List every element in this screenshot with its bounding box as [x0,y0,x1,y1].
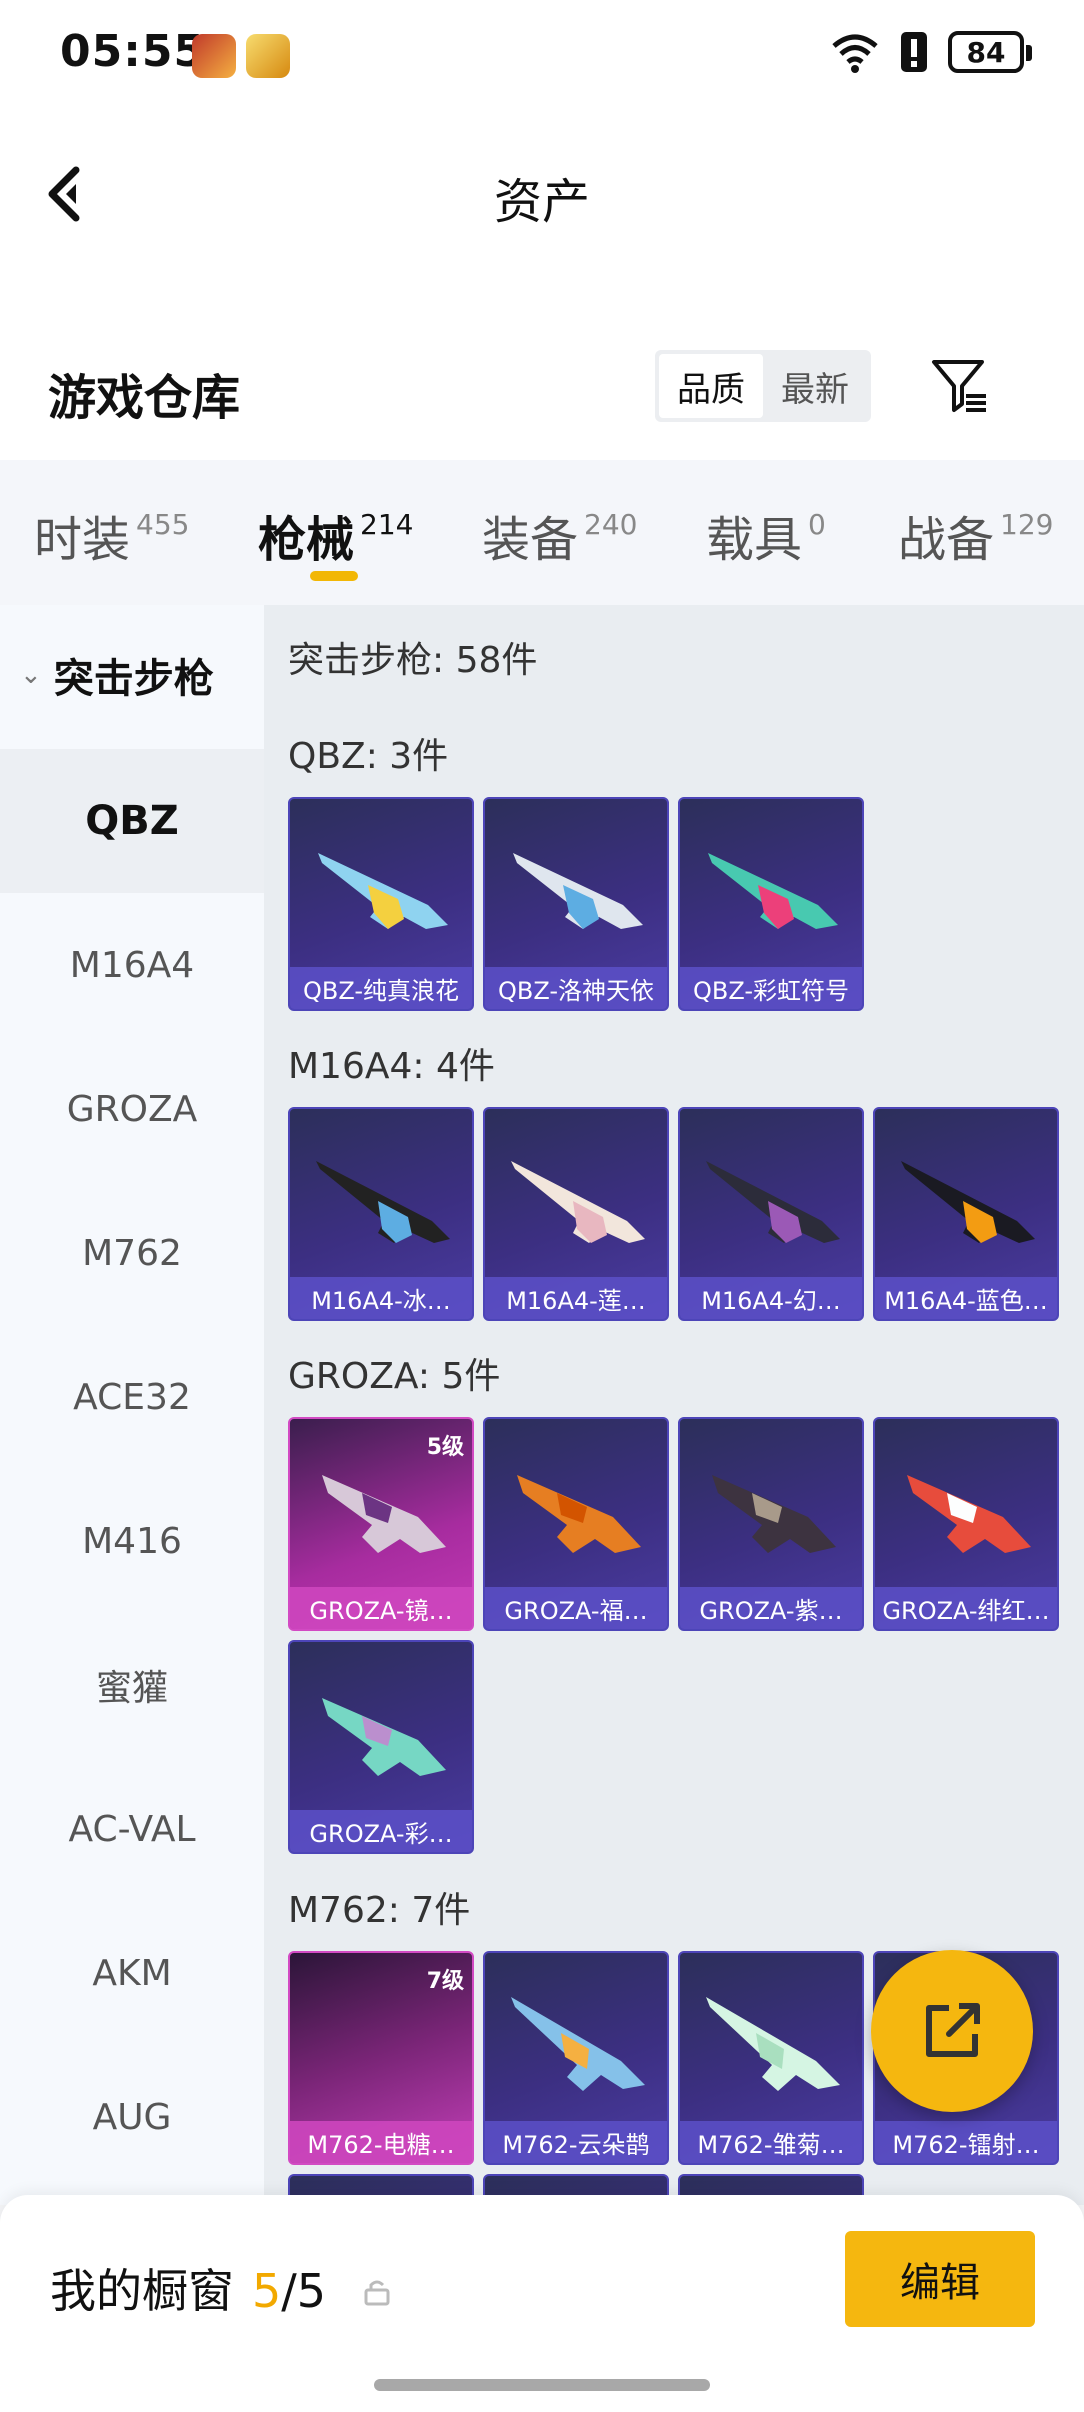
filter-icon[interactable] [928,354,990,416]
chevron-down-icon: ⌄ [20,660,42,690]
sidebar-group-label: 突击步枪 [53,656,214,702]
alert-icon [901,32,927,72]
showcase-label: 我的橱窗 [50,2264,234,2318]
weapon-card-label: QBZ-彩虹符号 [680,967,862,1009]
sidebar-item-honey-badger[interactable]: 蜜獾 [0,1613,264,1757]
tab-supplies[interactable]: 战备 129 [898,500,1053,570]
weapon-card-label: M762-云朵鹊 [485,2121,667,2163]
game-app-icon-2 [246,34,290,78]
weapon-card[interactable]: M16A4-蓝色… [873,1107,1059,1321]
rifle-skin-image [318,853,448,929]
weapon-card-label: M16A4-冰… [290,1277,472,1319]
status-bar: 05:55 84 [0,0,1084,110]
rifle-skin-image [901,1161,1035,1243]
weapon-card-label: M762-电糖… [290,2121,472,2163]
status-time: 05:55 [60,26,206,77]
game-app-icon-1 [192,34,236,78]
sidebar-item-m16a4[interactable]: M16A4 [0,893,264,1037]
showcase-count: 5/5 [252,2264,327,2318]
weapon-card-label: GROZA-镜… [290,1587,472,1629]
active-tab-indicator [310,571,358,581]
warehouse-header: 游戏仓库 品质 最新 [0,280,1084,460]
rifle-skin-image [511,1161,645,1243]
edit-button[interactable]: 编辑 [845,2231,1035,2327]
weapon-card-label: M16A4-幻… [680,1277,862,1319]
rifle-skin-image [316,1161,450,1243]
rifle-skin-image [706,1997,840,2091]
weapon-card[interactable]: M762-雏菊… [678,1951,864,2165]
nav-bar: 资产 [0,110,1084,280]
weapon-card[interactable]: M16A4-莲… [483,1107,669,1321]
sort-newest-button[interactable]: 最新 [763,354,867,418]
weapon-card-label: GROZA-彩… [290,1810,472,1852]
rifle-skin-image [907,1475,1031,1553]
sidebar-item-akm[interactable]: AKM [0,1901,264,2045]
sort-toggle: 品质 最新 [655,350,871,422]
status-icons: 84 [830,30,1032,74]
rifle-skin-image [322,1698,446,1776]
level-badge: 7级 [426,1969,464,1994]
sidebar-item-qbz[interactable]: QBZ [0,749,264,893]
home-indicator[interactable] [374,2379,710,2391]
sidebar-item-ac-val[interactable]: AC-VAL [0,1757,264,1901]
weapon-card[interactable]: M16A4-幻… [678,1107,864,1321]
category-summary: 突击步枪: 58件 [288,640,538,681]
weapon-type-sidebar: ⌄ 突击步枪 QBZ M16A4 GROZA M762 ACE32 M416 蜜… [0,605,264,2205]
weapon-card-label: M762-雏菊… [680,2121,862,2163]
showcase-bar: 我的橱窗 5/5 编辑 [0,2195,1084,2412]
weapon-card-label: QBZ-纯真浪花 [290,967,472,1009]
wifi-icon [832,34,878,73]
section-title: GROZA: 5件 [288,1356,501,1397]
rifle-skin-image [511,1997,645,2091]
weapon-card-label: GROZA-紫… [680,1587,862,1629]
weapon-card-label: GROZA-福… [485,1587,667,1629]
weapon-card[interactable]: GROZA-绯红… [873,1417,1059,1631]
weapon-card[interactable]: M762-云朵鹊 [483,1951,669,2165]
sidebar-item-aug[interactable]: AUG [0,2045,264,2189]
sidebar-item-m416[interactable]: M416 [0,1469,264,1613]
weapon-card[interactable]: 5级 GROZA-镜… [288,1417,474,1631]
sidebar-item-groza[interactable]: GROZA [0,1037,264,1181]
section-title: QBZ: 3件 [288,736,449,777]
weapon-card[interactable]: GROZA-福… [483,1417,669,1631]
rifle-skin-image [712,1475,836,1553]
category-tabs: 时装 455 枪械 214 装备 240 载具 0 战备 129 [0,460,1084,605]
tab-fashion[interactable]: 时装 455 [34,500,189,570]
rifle-skin-image [706,1161,840,1243]
weapon-card[interactable]: M16A4-冰… [288,1107,474,1321]
rifle-skin-image [517,1475,641,1553]
weapon-card-label: M16A4-蓝色… [875,1277,1057,1319]
section-title: M762: 7件 [288,1890,471,1931]
showcase-info: 我的橱窗 5/5 [50,2255,392,2321]
rifle-skin-image [513,853,643,929]
section-title: M16A4: 4件 [288,1046,495,1087]
weapon-card[interactable]: QBZ-纯真浪花 [288,797,474,1011]
page-title: 资产 [493,174,590,230]
weapon-card[interactable]: QBZ-洛神天依 [483,797,669,1011]
tab-equipment[interactable]: 装备 240 [482,500,637,570]
rifle-skin-image [708,853,838,929]
battery-icon: 84 [948,31,1032,73]
sidebar-group-header[interactable]: ⌄ 突击步枪 [0,605,264,745]
weapon-card[interactable]: GROZA-紫… [678,1417,864,1631]
weapon-card-label: QBZ-洛神天依 [485,967,667,1009]
share-fab-button[interactable] [871,1950,1033,2112]
warehouse-title: 游戏仓库 [48,370,241,426]
share-icon [926,2003,980,2057]
sort-quality-button[interactable]: 品质 [659,354,763,418]
sidebar-item-m762[interactable]: M762 [0,1181,264,1325]
weapon-card[interactable]: GROZA-彩… [288,1640,474,1854]
rifle-skin-image [322,1475,446,1553]
weapon-card-label: GROZA-绯红… [875,1587,1057,1629]
sidebar-item-ace32[interactable]: ACE32 [0,1325,264,1469]
lock-icon [364,2280,390,2306]
tab-guns[interactable]: 枪械 214 [258,500,413,570]
weapon-card-label: M762-镭射… [875,2121,1057,2163]
weapon-card[interactable]: QBZ-彩虹符号 [678,797,864,1011]
tab-vehicles[interactable]: 载具 0 [706,500,826,570]
weapon-card-label: M16A4-莲… [485,1277,667,1319]
weapon-card[interactable]: 7级 M762-电糖… [288,1951,474,2165]
